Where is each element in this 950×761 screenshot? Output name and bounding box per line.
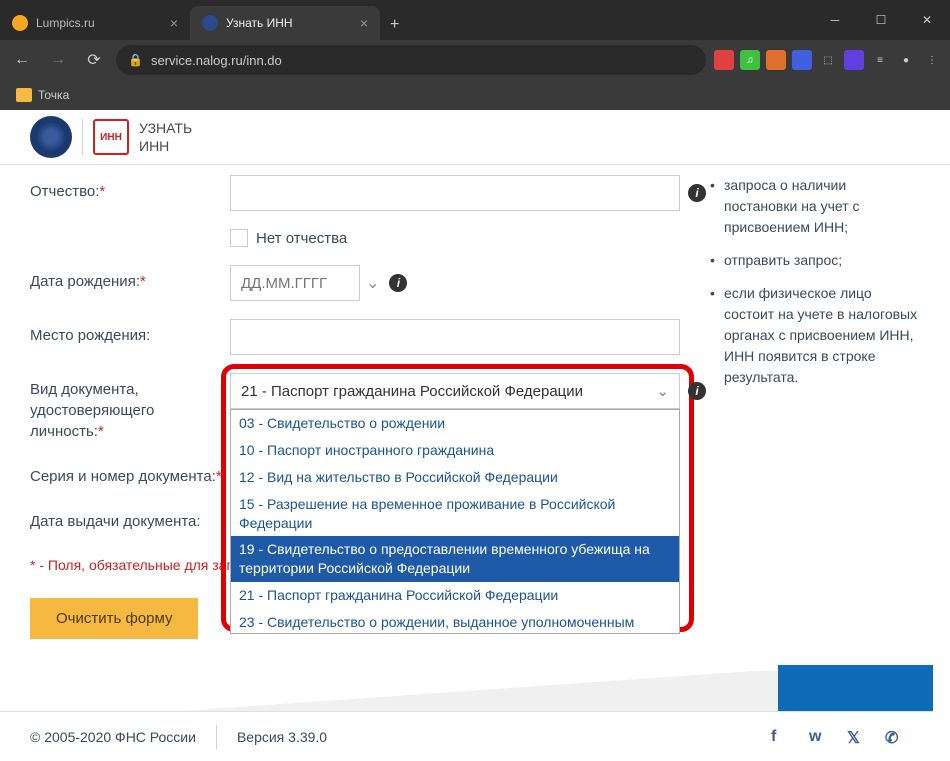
- ext-icon[interactable]: ♫: [740, 50, 760, 70]
- doctype-dropdown[interactable]: 03 - Свидетельство о рождении 10 - Паспо…: [230, 409, 680, 634]
- site-header: ИНН УЗНАТЬ ИНН: [0, 110, 950, 165]
- chevron-down-icon[interactable]: ⌄: [366, 273, 379, 293]
- window-titlebar: Lumpics.ru × Узнать ИНН × + ─ ☐ ✕: [0, 0, 950, 40]
- browser-tab[interactable]: Lumpics.ru ×: [0, 6, 190, 40]
- favicon: [202, 15, 218, 31]
- browser-tab-active[interactable]: Узнать ИНН ×: [190, 6, 380, 40]
- facebook-icon[interactable]: f: [771, 728, 789, 746]
- bookmarks-bar: Точка: [0, 80, 950, 110]
- dropdown-option-hover[interactable]: 19 - Свидетельство о предоставлении врем…: [231, 536, 679, 582]
- patronymic-input[interactable]: [230, 175, 680, 211]
- label-docdate: Дата выдачи документа:: [30, 505, 230, 532]
- tab-title: Узнать ИНН: [226, 16, 293, 30]
- copyright: © 2005-2020 ФНС России: [30, 729, 196, 745]
- info-icon[interactable]: i: [389, 274, 407, 292]
- dropdown-option[interactable]: 15 - Разрешение на временное проживание …: [231, 491, 679, 537]
- info-icon[interactable]: i: [688, 382, 706, 400]
- menu-icon[interactable]: ⋮: [922, 50, 942, 70]
- new-tab-button[interactable]: +: [380, 16, 409, 34]
- clear-form-button[interactable]: Очистить форму: [30, 598, 198, 639]
- close-tab-icon[interactable]: ×: [360, 15, 368, 31]
- dropdown-option[interactable]: 12 - Вид на жительство в Российской Феде…: [231, 464, 679, 491]
- label-birthdate: Дата рождения:*: [30, 265, 230, 292]
- dropdown-option[interactable]: 21 - Паспорт гражданина Российской Федер…: [231, 582, 679, 609]
- ext-icon[interactable]: ⬚: [818, 50, 838, 70]
- label-birthplace: Место рождения:: [30, 319, 230, 346]
- dropdown-option[interactable]: 10 - Паспорт иностранного гражданина: [231, 437, 679, 464]
- dropdown-option[interactable]: 03 - Свидетельство о рождении: [231, 410, 679, 437]
- ext-icon[interactable]: [844, 50, 864, 70]
- account-icon[interactable]: ●: [896, 50, 916, 70]
- doctype-select[interactable]: 21 - Паспорт гражданина Российской Федер…: [230, 373, 680, 409]
- maximize-button[interactable]: ☐: [858, 0, 904, 40]
- no-patronymic-checkbox[interactable]: [230, 229, 248, 247]
- address-bar[interactable]: 🔒 service.nalog.ru/inn.do: [116, 45, 706, 75]
- select-value: 21 - Паспорт гражданина Российской Федер…: [241, 383, 583, 400]
- fns-logo: [30, 116, 72, 158]
- phone-icon[interactable]: ✆: [885, 728, 903, 746]
- info-icon[interactable]: i: [688, 184, 706, 202]
- ext-icon[interactable]: [766, 50, 786, 70]
- close-window-button[interactable]: ✕: [904, 0, 950, 40]
- site-footer: © 2005-2020 ФНС России Версия 3.39.0 f w…: [0, 711, 933, 761]
- lock-icon: 🔒: [128, 53, 143, 67]
- ext-icon[interactable]: [792, 50, 812, 70]
- minimize-button[interactable]: ─: [812, 0, 858, 40]
- help-item: запроса о наличии постановки на учет с п…: [710, 175, 920, 238]
- label-patronymic: Отчество:*: [30, 175, 230, 202]
- dropdown-option[interactable]: 23 - Свидетельство о рождении, выданное …: [231, 609, 679, 634]
- ext-icon[interactable]: [714, 50, 734, 70]
- help-item: если физическое лицо состоит на учете в …: [710, 283, 920, 388]
- twitter-icon[interactable]: 𝕏: [847, 728, 865, 746]
- tab-title: Lumpics.ru: [36, 16, 95, 30]
- inn-logo: ИНН: [93, 119, 129, 155]
- bookmark-item[interactable]: Точка: [38, 88, 69, 102]
- vk-icon[interactable]: w: [809, 728, 827, 746]
- back-button[interactable]: ←: [8, 46, 36, 74]
- forward-button[interactable]: →: [44, 46, 72, 74]
- help-item: отправить запрос;: [710, 250, 920, 271]
- submit-button-partial[interactable]: [778, 665, 933, 713]
- page-title: УЗНАТЬ ИНН: [139, 119, 192, 155]
- close-tab-icon[interactable]: ×: [170, 15, 178, 31]
- folder-icon: [16, 88, 32, 102]
- url-text: service.nalog.ru/inn.do: [151, 53, 282, 68]
- browser-toolbar: ← → ⟳ 🔒 service.nalog.ru/inn.do ♫ ⬚ ≡ ● …: [0, 40, 950, 80]
- reload-button[interactable]: ⟳: [80, 46, 108, 74]
- birthplace-input[interactable]: [230, 319, 680, 355]
- version: Версия 3.39.0: [237, 729, 327, 745]
- label-doctype: Вид документа, удостоверяющего личность:…: [30, 373, 230, 442]
- label-docnum: Серия и номер документа:*: [30, 460, 230, 487]
- chevron-down-icon: ⌄: [656, 382, 669, 400]
- page-content: ИНН УЗНАТЬ ИНН Отчество:* i Нет отчества: [0, 110, 950, 761]
- checkbox-label: Нет отчества: [256, 230, 347, 247]
- birthdate-input[interactable]: [230, 265, 360, 301]
- playlist-icon[interactable]: ≡: [870, 50, 890, 70]
- favicon: [12, 15, 28, 31]
- sidebar-help: запроса о наличии постановки на учет с п…: [710, 175, 920, 639]
